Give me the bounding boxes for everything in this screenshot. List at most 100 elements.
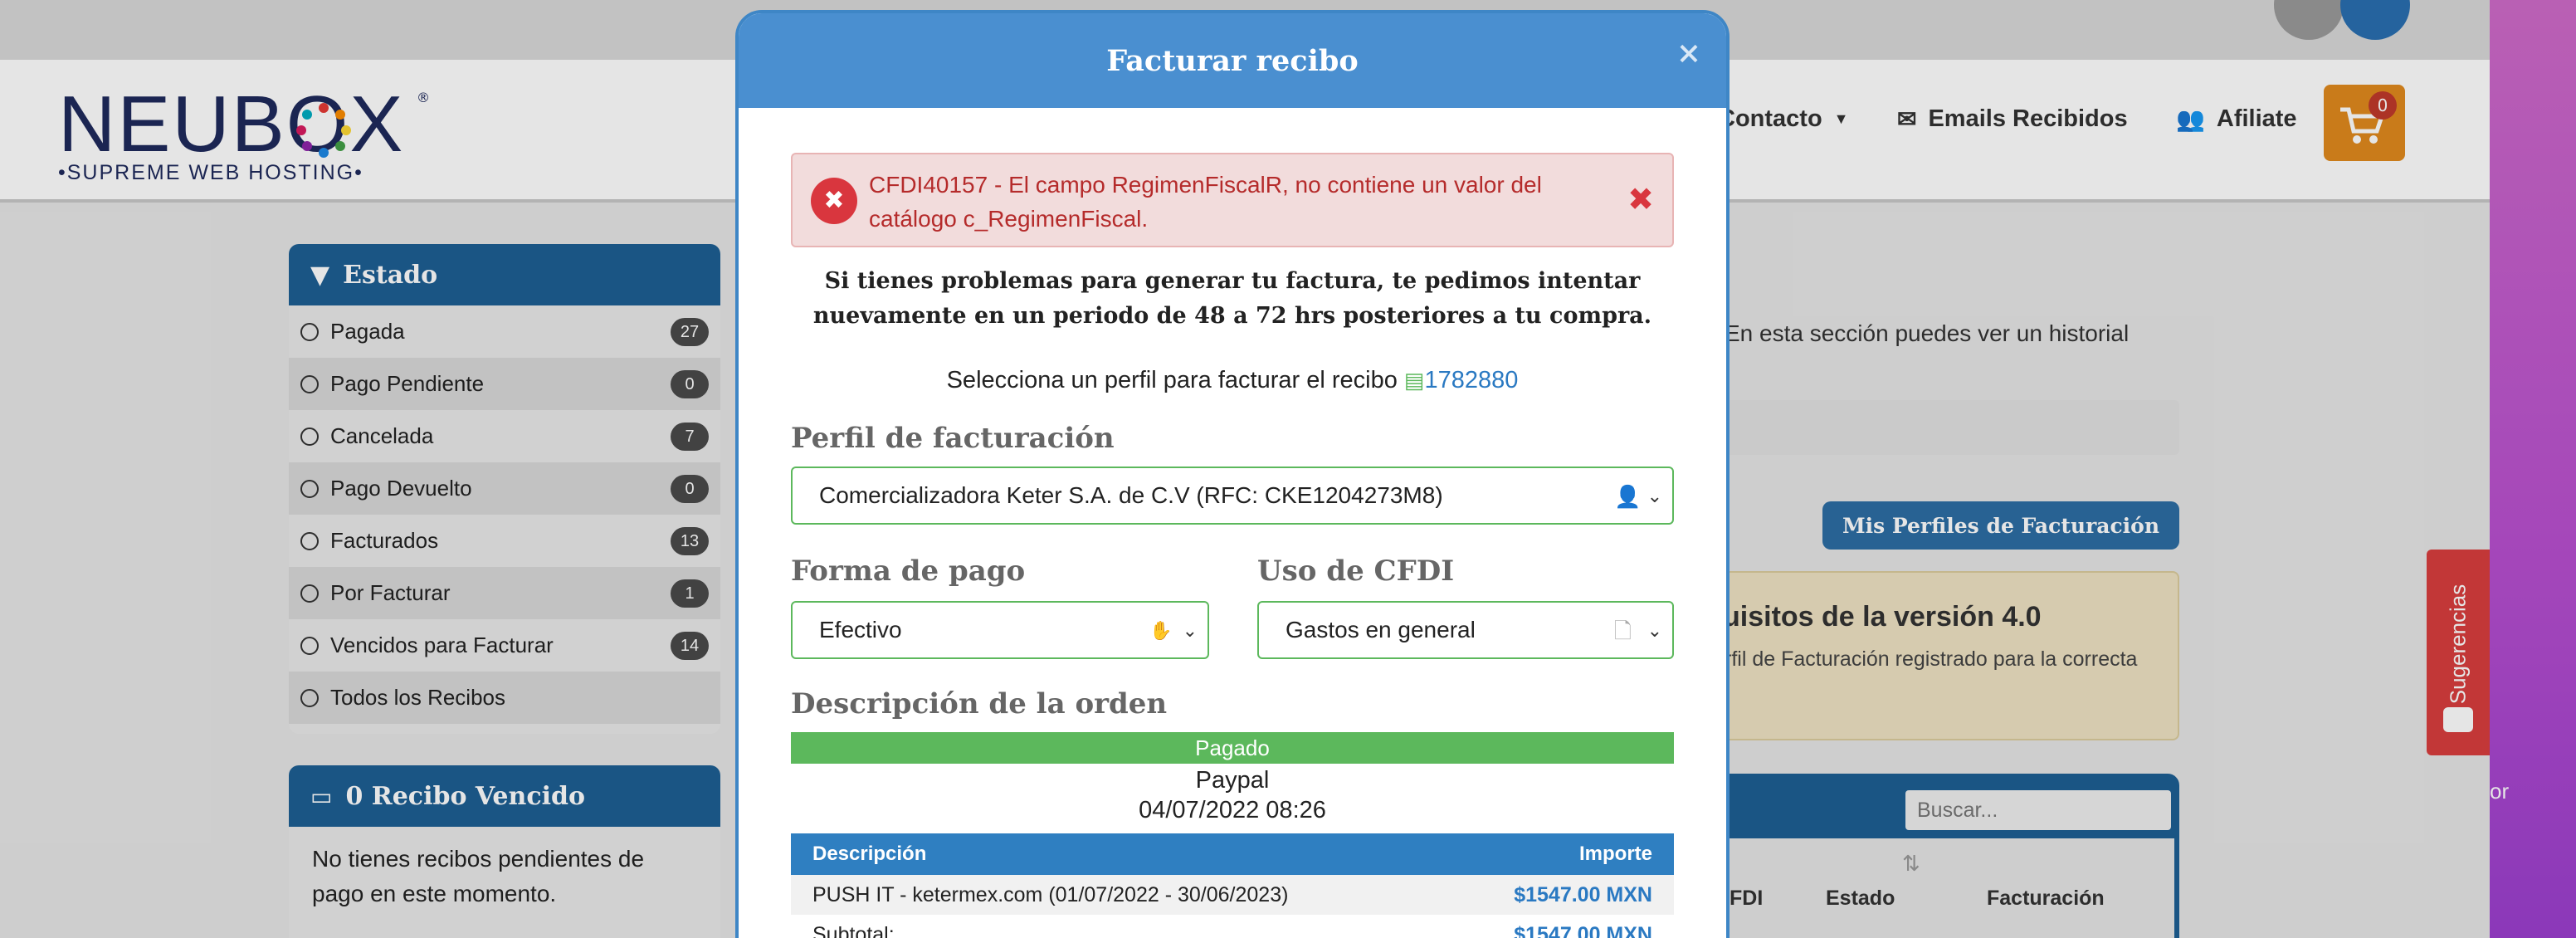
status-count: 0 [671, 369, 709, 398]
envelope-icon: ✉ [1897, 106, 1917, 132]
chat-smile-icon [2443, 707, 2473, 732]
status-label: Todos los Recibos [330, 685, 505, 710]
descripcion-orden-label: Descripción de la orden [791, 687, 1168, 721]
status-count: 0 [671, 474, 709, 503]
status-item-pagada[interactable]: Pagada 27 [289, 305, 720, 358]
status-count: 13 [671, 526, 709, 555]
nav-emails-label: Emails Recibidos [1928, 105, 2128, 132]
status-count: 7 [671, 422, 709, 451]
perfil-value: Comercializadora Keter S.A. de C.V (RFC:… [819, 482, 1443, 508]
status-item-vencidos[interactable]: Vencidos para Facturar 14 [289, 619, 720, 672]
close-icon[interactable]: × [1676, 38, 1701, 68]
nav-afiliate[interactable]: 👥 Afiliate [2176, 105, 2297, 133]
forma-pago-label: Forma de pago [791, 554, 1026, 588]
row-amount: $1547.00 MXN [1514, 882, 1652, 906]
status-label: Cancelada [330, 423, 434, 448]
chevron-down-icon: ⌄ [1647, 486, 1662, 506]
status-label: Pago Devuelto [330, 476, 472, 501]
perfil-select[interactable]: Comercializadora Keter S.A. de C.V (RFC:… [791, 467, 1674, 525]
status-item-todos[interactable]: Todos los Recibos [289, 672, 720, 724]
payment-date: 04/07/2022 08:26 [1139, 797, 1326, 823]
modal-title: Facturar recibo [1106, 43, 1359, 78]
status-label: Pagada [330, 319, 405, 344]
logo-dots-icon [296, 103, 351, 158]
search-input[interactable]: Buscar... [1905, 790, 2171, 830]
nav-afiliate-label: Afiliate [2216, 105, 2297, 132]
desktop-label: or [2490, 779, 2510, 804]
alert-close-icon[interactable]: ✖ [1627, 183, 1654, 216]
radio-icon [300, 322, 319, 341]
sugerencias-tab[interactable]: Sugerencias [2427, 550, 2490, 755]
desktop-background: or [2490, 0, 2576, 938]
estado-panel-header: ▼ Estado [289, 244, 720, 305]
radio-icon [300, 584, 319, 603]
subtotal-amount: $1547.00 MXN [1514, 922, 1652, 938]
estado-panel: ▼ Estado Pagada 27 Pago Pendiente 0 Cancel… [289, 244, 720, 734]
nav-contacto[interactable]: Contacto ▼ [1718, 105, 1849, 133]
recibo-vencido-header: ▭ 0 Recibo Vencido [289, 765, 720, 827]
uso-cfdi-select[interactable]: Gastos en general 🗋 ⌄ [1257, 601, 1674, 659]
receipt-id-link[interactable]: 1782880 [1424, 367, 1518, 393]
forma-pago-select[interactable]: Efectivo ✋ ⌄ [791, 601, 1209, 659]
status-label: Facturados [330, 528, 439, 553]
select-profile-instruction: Selecciona un perfil para facturar el re… [791, 367, 1674, 394]
document-icon: 🗋 [1614, 618, 1632, 643]
status-label: Vencidos para Facturar [330, 633, 554, 657]
retry-notice: Si tienes problemas para generar tu fact… [812, 268, 1652, 329]
receipt-icon: ▤ [1403, 368, 1425, 393]
radio-icon [300, 479, 319, 498]
requirements-text: rfil de Facturación registrado para la c… [1725, 647, 2138, 671]
uso-cfdi-value: Gastos en general [1286, 617, 1476, 642]
select-profile-text: Selecciona un perfil para facturar el re… [946, 367, 1404, 393]
col-header-estado[interactable]: Estado [1826, 887, 1895, 911]
estado-title: Estado [343, 260, 438, 290]
mis-perfiles-button[interactable]: Mis Perfiles de Facturación [1822, 501, 2179, 550]
status-item-facturados[interactable]: Facturados 13 [289, 515, 720, 567]
modal-header: Facturar recibo × [739, 13, 1726, 108]
recibo-vencido-panel: ▭ 0 Recibo Vencido No tienes recibos pen… [289, 765, 720, 938]
chevron-down-icon: ⌄ [1182, 620, 1198, 641]
status-label: Por Facturar [330, 580, 451, 605]
col-header-cfdi[interactable]: FDI [1730, 887, 1763, 911]
error-alert: ✖ CFDI40157 - El campo RegimenFiscalR, n… [791, 153, 1674, 247]
requirements-box: uisitos de la versión 4.0 rfil de Factur… [1668, 571, 2179, 740]
neubox-logo[interactable]: NEUBOX ® •SUPREME WEB HOSTING• [58, 85, 440, 185]
row-description: PUSH IT - ketermex.com (01/07/2022 - 30/… [812, 882, 1289, 906]
status-item-por-facturar[interactable]: Por Facturar 1 [289, 567, 720, 619]
cart-count-badge: 0 [2369, 91, 2397, 120]
credit-card-icon: ▭ [310, 782, 333, 810]
sugerencias-label: Sugerencias [2445, 584, 2471, 705]
status-label: Pago Pendiente [330, 371, 485, 396]
facturar-recibo-modal: Facturar recibo × ✖ CFDI40157 - El campo… [735, 10, 1730, 938]
uso-cfdi-label: Uso de CFDI [1257, 554, 1455, 588]
col-importe: Importe [1578, 843, 1652, 865]
status-item-pago-pendiente[interactable]: Pago Pendiente 0 [289, 358, 720, 410]
radio-icon [300, 636, 319, 655]
nav-emails-recibidos[interactable]: ✉ Emails Recibidos [1897, 105, 2128, 133]
forma-pago-value: Efectivo [819, 617, 902, 642]
notifications-bell-icon[interactable] [2274, 0, 2344, 40]
status-item-pago-devuelto[interactable]: Pago Devuelto 0 [289, 462, 720, 515]
radio-icon [300, 531, 319, 550]
cart-button[interactable]: 0 [2324, 85, 2405, 161]
table-row-subtotal: Subtotal: $1547.00 MXN [791, 915, 1674, 938]
status-count: 27 [671, 317, 709, 346]
radio-icon [300, 427, 319, 446]
section-description: En esta sección puedes ver un historial [1725, 320, 2130, 346]
vencido-message-line2: pago en este momento. [312, 881, 557, 906]
status-item-cancelada[interactable]: Cancelada 7 [289, 410, 720, 462]
user-avatar-icon[interactable] [2340, 0, 2410, 40]
status-count: 14 [671, 631, 709, 660]
users-icon: 👥 [2176, 106, 2205, 132]
col-header-facturacion[interactable]: Facturación [1987, 887, 2105, 911]
chevron-down-icon: ⌄ [1647, 620, 1662, 641]
chevron-down-icon: ▼ [1833, 110, 1849, 127]
logo-tagline: •SUPREME WEB HOSTING• [58, 161, 363, 184]
user-icon: 👤 [1614, 484, 1642, 509]
radio-icon [300, 688, 319, 707]
radio-icon [300, 374, 319, 393]
order-table: Descripción Importe PUSH IT - ketermex.c… [791, 833, 1674, 938]
sort-icon[interactable]: ⇅ [1902, 852, 1920, 877]
status-list: Pagada 27 Pago Pendiente 0 Cancelada 7 Pago… [289, 305, 720, 724]
requirements-title: uisitos de la versión 4.0 [1723, 601, 2042, 633]
